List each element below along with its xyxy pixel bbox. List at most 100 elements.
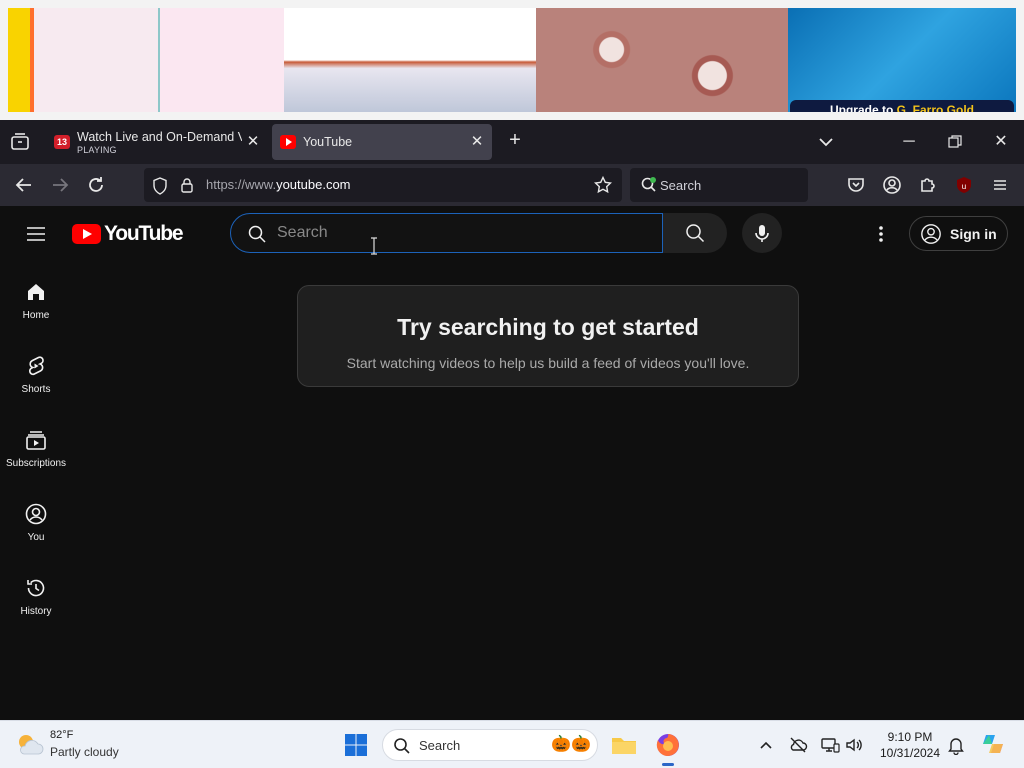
clock-date: 10/31/2024: [879, 746, 941, 760]
ublock-shield-icon: u: [957, 177, 971, 193]
onedrive-button[interactable]: [788, 735, 808, 755]
tab-playing-label: PLAYING: [77, 145, 117, 155]
settings-more-button[interactable]: [869, 222, 893, 246]
browser-window: 13 Watch Live and On-Demand Vi PLAYING ✕…: [0, 120, 1024, 720]
user-circle-icon: [921, 223, 941, 244]
guide-item-shorts[interactable]: Shorts: [0, 338, 72, 412]
microphone-icon: [755, 225, 769, 242]
puzzle-icon: [921, 178, 935, 192]
taskbar-search[interactable]: Search 🎃🎃: [382, 729, 598, 761]
back-button[interactable]: [12, 173, 36, 197]
search-button[interactable]: [663, 213, 727, 253]
guide-item-label: History: [20, 606, 52, 617]
guide-item-label: Shorts: [21, 384, 51, 395]
notifications-button[interactable]: [946, 735, 966, 756]
list-all-tabs-button[interactable]: [816, 132, 836, 152]
browser-search-label: Search: [660, 178, 702, 193]
restore-button[interactable]: [940, 128, 970, 156]
search-engine-icon: [641, 177, 656, 192]
arrow-left-icon: [15, 178, 31, 192]
volume-button[interactable]: [844, 735, 864, 755]
guide-item-you[interactable]: You: [0, 486, 72, 560]
taskbar: 82°F Partly cloudy Search 🎃🎃 9:10 PM 10/…: [0, 720, 1024, 768]
minimize-button[interactable]: ─: [894, 128, 924, 156]
shorts-icon: [28, 356, 44, 376]
voice-search-button[interactable]: [742, 213, 782, 253]
empty-feed-message: Start watching videos to help us build a…: [346, 355, 750, 371]
bookmark-star-icon[interactable]: [594, 176, 612, 194]
clock-time: 9:10 PM: [887, 730, 933, 744]
tab-youtube[interactable]: YouTube ✕: [272, 124, 492, 160]
file-explorer-button[interactable]: [610, 731, 638, 759]
guide-menu-button[interactable]: [24, 222, 48, 246]
home-icon: [28, 284, 44, 300]
account-icon: [883, 176, 901, 194]
pocket-button[interactable]: [844, 173, 868, 197]
url-protocol: https://www.: [206, 177, 277, 192]
firefox-taskbar-button[interactable]: [654, 731, 682, 766]
speaker-icon: [846, 738, 862, 752]
sign-in-label: Sign in: [950, 225, 997, 242]
empty-feed-heading: Try searching to get started: [397, 314, 699, 340]
tab-watch-live[interactable]: 13 Watch Live and On-Demand Vi PLAYING ✕: [46, 124, 268, 160]
reload-icon: [89, 177, 103, 192]
halloween-pumpkins-icon: 🎃🎃: [551, 736, 591, 753]
url-host: youtube.com: [276, 177, 351, 192]
browser-search-bar[interactable]: Search: [630, 168, 808, 202]
history-icon: [27, 579, 45, 597]
partly-cloudy-icon: [19, 735, 44, 755]
address-bar[interactable]: https://www.youtube.com: [144, 168, 622, 202]
shield-icon[interactable]: [152, 177, 168, 195]
clock[interactable]: 9:10 PM 10/31/2024: [876, 729, 944, 761]
hamburger-menu-icon: [994, 180, 1006, 190]
close-tab-button[interactable]: ✕: [246, 134, 260, 149]
folder-icon: [612, 738, 636, 754]
guide-item-label: You: [27, 532, 45, 543]
copilot-button[interactable]: [980, 731, 1006, 757]
search-icon: [686, 224, 705, 243]
youtube-icon: [280, 135, 296, 149]
tab-list-icon: [11, 133, 29, 150]
upgrade-banner-text: Upgrade to: [829, 103, 897, 112]
guide-item-subscriptions[interactable]: Subscriptions: [0, 412, 72, 486]
tab-title: YouTube: [303, 135, 353, 149]
app-menu-button[interactable]: [988, 173, 1012, 197]
tab-title: Watch Live and On-Demand Vi: [77, 130, 242, 144]
guide-item-history[interactable]: History: [0, 560, 72, 634]
upgrade-banner-highlight: G. Farro Gold: [896, 103, 974, 112]
url-text[interactable]: https://www.youtube.com: [206, 177, 351, 192]
extensions-button[interactable]: [916, 173, 940, 197]
ublock-button[interactable]: u: [952, 173, 976, 197]
search-icon: [394, 738, 410, 754]
youtube-play-icon: [72, 224, 101, 244]
copilot-icon: [983, 735, 1003, 753]
navigation-toolbar: https://www.youtube.com Search u 8: [0, 164, 1024, 225]
close-tab-button[interactable]: ✕: [470, 134, 484, 149]
youtube-logo[interactable]: YouTube: [72, 222, 184, 246]
show-hidden-icons-button[interactable]: [756, 735, 776, 755]
sign-in-button[interactable]: Sign in: [909, 216, 1008, 251]
wallpaper-tile: [8, 8, 284, 112]
lock-icon[interactable]: [180, 177, 194, 193]
new-tab-button[interactable]: +: [504, 130, 526, 152]
wallpaper-tile: [284, 8, 536, 112]
wallpaper-tile: Upgrade to G. Farro Gold: [788, 8, 1016, 112]
close-window-button[interactable]: ✕: [986, 128, 1016, 156]
taskbar-search-label: Search: [419, 738, 461, 753]
account-button[interactable]: [880, 173, 904, 197]
guide-item-home[interactable]: Home: [0, 264, 72, 338]
forward-button[interactable]: [48, 173, 72, 197]
network-button[interactable]: [820, 735, 840, 755]
empty-feed-card: Try searching to get started Start watch…: [297, 285, 799, 387]
wallpaper-tile: [536, 8, 788, 112]
start-button[interactable]: [344, 733, 368, 757]
search-input[interactable]: [277, 220, 647, 246]
reload-button[interactable]: [84, 173, 108, 197]
restore-icon: [948, 135, 962, 148]
tab-list-button[interactable]: [8, 130, 32, 154]
vertical-dots-icon: [879, 226, 883, 242]
weather-widget[interactable]: 82°F Partly cloudy: [14, 727, 144, 763]
cloud-offline-icon: [790, 737, 808, 753]
youtube-search-box[interactable]: [230, 213, 663, 253]
tab-bar: 13 Watch Live and On-Demand Vi PLAYING ✕…: [0, 120, 1024, 164]
